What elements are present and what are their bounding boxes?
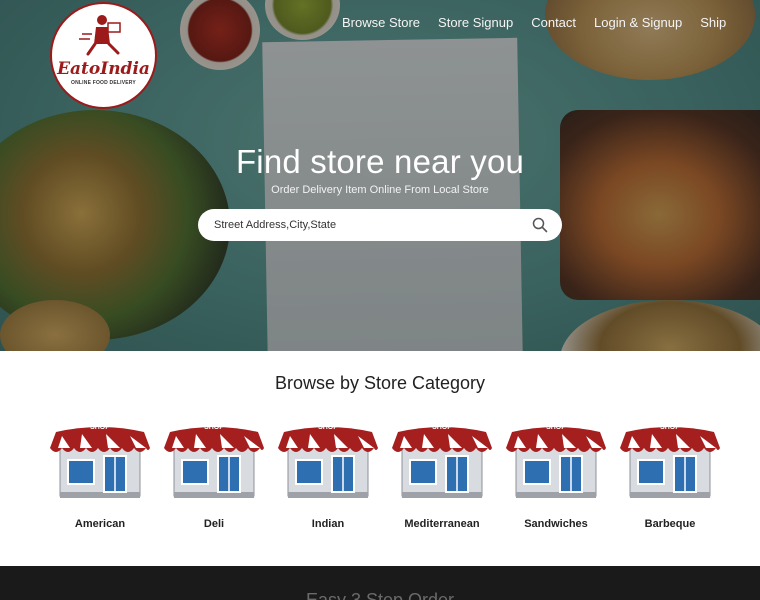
nav-ship[interactable]: Ship	[700, 15, 726, 30]
shop-icon: SHOP	[392, 420, 492, 505]
nav-login-signup[interactable]: Login & Signup	[594, 15, 682, 30]
shop-sign-label: SHOP	[660, 424, 680, 431]
search-input[interactable]	[214, 209, 514, 241]
category-label: Indian	[311, 518, 345, 530]
shop-sign-label: SHOP	[204, 424, 224, 431]
category-section-title: Browse by Store Category	[274, 373, 486, 393]
nav-browse-store[interactable]: Browse Store	[342, 15, 420, 30]
category-item[interactable]: SHOP Mediterranean	[392, 420, 492, 535]
shop-sign-label: SHOP	[318, 424, 338, 431]
category-list: SHOP American SHOP Deli SHOP Indian SHOP…	[50, 420, 720, 540]
logo-tagline: ONLINE FOOD DELIVERY	[71, 80, 136, 86]
category-item[interactable]: SHOP American	[50, 420, 150, 535]
category-label: Barbeque	[644, 518, 696, 530]
search-bar	[198, 209, 562, 241]
shop-sign-label: SHOP	[90, 424, 110, 431]
category-item[interactable]: SHOP Indian	[278, 420, 378, 535]
shop-icon: SHOP	[620, 420, 720, 505]
category-item[interactable]: SHOP Sandwiches	[506, 420, 606, 535]
logo-wordmark: EatoIndia	[57, 59, 150, 79]
shop-icon: SHOP	[164, 420, 264, 505]
category-label: Mediterranean	[404, 518, 480, 530]
hero-subtitle: Order Delivery Item Online From Local St…	[271, 184, 489, 196]
shop-icon: SHOP	[50, 420, 150, 505]
category-label: American	[74, 518, 126, 530]
shop-sign-label: SHOP	[546, 424, 566, 431]
site-logo[interactable]: EatoIndia ONLINE FOOD DELIVERY	[50, 2, 157, 109]
hero-title: Find store near you	[235, 143, 525, 180]
steps-section: Easy 3 Step Order	[0, 566, 760, 600]
delivery-man-icon	[79, 15, 121, 56]
category-label: Deli	[203, 518, 225, 530]
category-item[interactable]: SHOP Deli	[164, 420, 264, 535]
main-nav: Browse Store Store Signup Contact Login …	[342, 15, 744, 30]
shop-icon: SHOP	[278, 420, 378, 505]
search-icon[interactable]	[532, 217, 548, 233]
nav-contact[interactable]: Contact	[531, 15, 576, 30]
steps-heading: Easy 3 Step Order	[305, 590, 455, 600]
shop-icon: SHOP	[506, 420, 606, 505]
nav-store-signup[interactable]: Store Signup	[438, 15, 513, 30]
shop-sign-label: SHOP	[432, 424, 452, 431]
category-item[interactable]: SHOP Barbeque	[620, 420, 720, 535]
category-label: Sandwiches	[524, 518, 588, 530]
